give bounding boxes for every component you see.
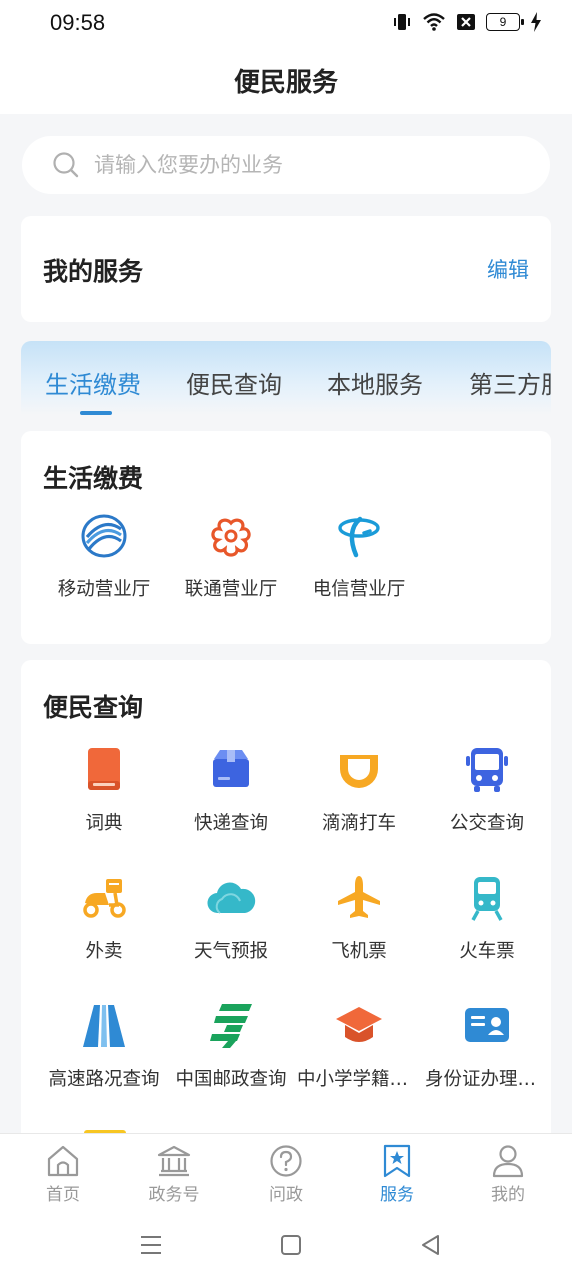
status-bar: 09:58 9 [0,0,572,52]
tab-local-service[interactable]: 本地服务 [327,365,423,400]
package-item[interactable]: 快递查询 [167,745,295,835]
graduation-cap-icon [336,1007,382,1042]
navigation-bar: 便民服务 [0,52,572,114]
china-telecom-icon [338,516,380,558]
china-mobile-icon [81,514,127,558]
tab-convenience-query[interactable]: 便民查询 [186,365,282,400]
battery-indicator: 9 [486,13,524,31]
id-card-item[interactable]: 身份证办理进度 [423,1001,551,1091]
id-card-icon [465,1008,509,1042]
china-mobile-item[interactable]: 移动营业厅 [40,511,168,601]
tabbar-home-label: 首页 [46,1185,80,1205]
charging-icon [531,12,541,32]
life-payment-card: 生活缴费 移动营业厅 联通营业厅 电信营业厅 [21,431,551,644]
status-icons: 9 [392,12,542,32]
didi-item[interactable]: 滴滴打车 [295,745,423,835]
tabbar-mine[interactable]: 我的 [458,1144,558,1205]
id-card-label: 身份证办理进度 [425,1069,551,1090]
airplane-icon [338,876,380,918]
highway-item[interactable]: 高速路况查询 [40,1001,168,1091]
question-icon [270,1145,302,1177]
cloud-icon [207,882,256,914]
convenience-query-card: 便民查询 词典 快递查询 滴滴打车 公交查询 外卖 天气预报 飞机票 火车票 高… [21,660,551,1160]
vibrate-icon [394,14,410,30]
page-title: 便民服务 [233,68,338,98]
package-label: 快递查询 [193,813,268,834]
weather-item[interactable]: 天气预报 [167,873,295,963]
train-icon [471,877,503,921]
sim-blocked-icon [457,14,475,30]
highway-icon [83,1005,125,1047]
dictionary-item[interactable]: 词典 [40,745,168,835]
china-unicom-item[interactable]: 联通营业厅 [167,511,295,601]
china-unicom-label: 联通营业厅 [184,579,278,600]
status-time: 09:58 [50,10,106,35]
scooter-icon [83,879,126,918]
flight-item[interactable]: 飞机票 [295,873,423,963]
home-icon [47,1145,79,1177]
train-item[interactable]: 火车票 [423,873,551,963]
tabbar-government-label: 政务号 [148,1185,200,1205]
active-tab-indicator [80,411,112,415]
china-post-label: 中国邮政查询 [175,1069,287,1090]
bus-item[interactable]: 公交查询 [423,745,551,835]
menu-icon[interactable] [136,1230,166,1260]
school-status-label: 中小学学籍查询 [297,1069,423,1090]
government-icon [157,1145,191,1177]
train-label: 火车票 [459,941,515,962]
search-bar[interactable] [22,136,550,194]
bus-label: 公交查询 [449,813,524,834]
search-icon [53,152,79,178]
service-bookmark-icon [383,1144,411,1178]
my-services-title: 我的服务 [43,257,144,286]
back-triangle-icon[interactable] [416,1230,446,1260]
package-icon [213,750,249,787]
convenience-query-title: 便民查询 [43,693,144,722]
didi-icon [340,755,378,788]
dictionary-icon [88,748,120,790]
takeout-item[interactable]: 外卖 [40,873,168,963]
wifi-icon [423,13,445,31]
china-unicom-icon [211,518,251,557]
user-icon [492,1145,524,1178]
dictionary-label: 词典 [85,813,123,834]
search-input[interactable] [94,153,514,177]
tabbar-inquiry-label: 问政 [269,1185,303,1205]
china-post-item[interactable]: 中国邮政查询 [167,1001,295,1091]
bus-icon [466,748,508,792]
school-status-item[interactable]: 中小学学籍查询 [295,1001,423,1091]
tabbar-inquiry[interactable]: 问政 [236,1144,336,1205]
tabbar-services-label: 服务 [380,1185,414,1205]
tabbar-home[interactable]: 首页 [13,1144,113,1205]
tabbar-mine-label: 我的 [491,1185,525,1205]
didi-label: 滴滴打车 [321,813,396,834]
tab-life-payment[interactable]: 生活缴费 [45,365,141,400]
china-post-icon [210,1004,252,1048]
life-payment-title: 生活缴费 [43,464,144,493]
china-mobile-label: 移动营业厅 [57,579,151,600]
tabbar-government[interactable]: 政务号 [124,1144,224,1205]
weather-label: 天气预报 [193,941,268,962]
tabbar-services[interactable]: 服务 [347,1144,447,1205]
category-tabs: 生活缴费 便民查询 本地服务 第三方服务 [21,341,551,415]
flight-label: 飞机票 [331,941,387,962]
tab-third-party-service[interactable]: 第三方服务 [469,365,551,400]
home-square-icon[interactable] [276,1230,306,1260]
takeout-label: 外卖 [85,941,123,962]
edit-button[interactable]: 编辑 [487,254,529,284]
china-telecom-label: 电信营业厅 [312,579,406,600]
china-telecom-item[interactable]: 电信营业厅 [295,511,423,601]
battery-level: 9 [499,15,507,29]
highway-label: 高速路况查询 [48,1069,160,1090]
my-services-card: 我的服务 编辑 [21,216,551,322]
